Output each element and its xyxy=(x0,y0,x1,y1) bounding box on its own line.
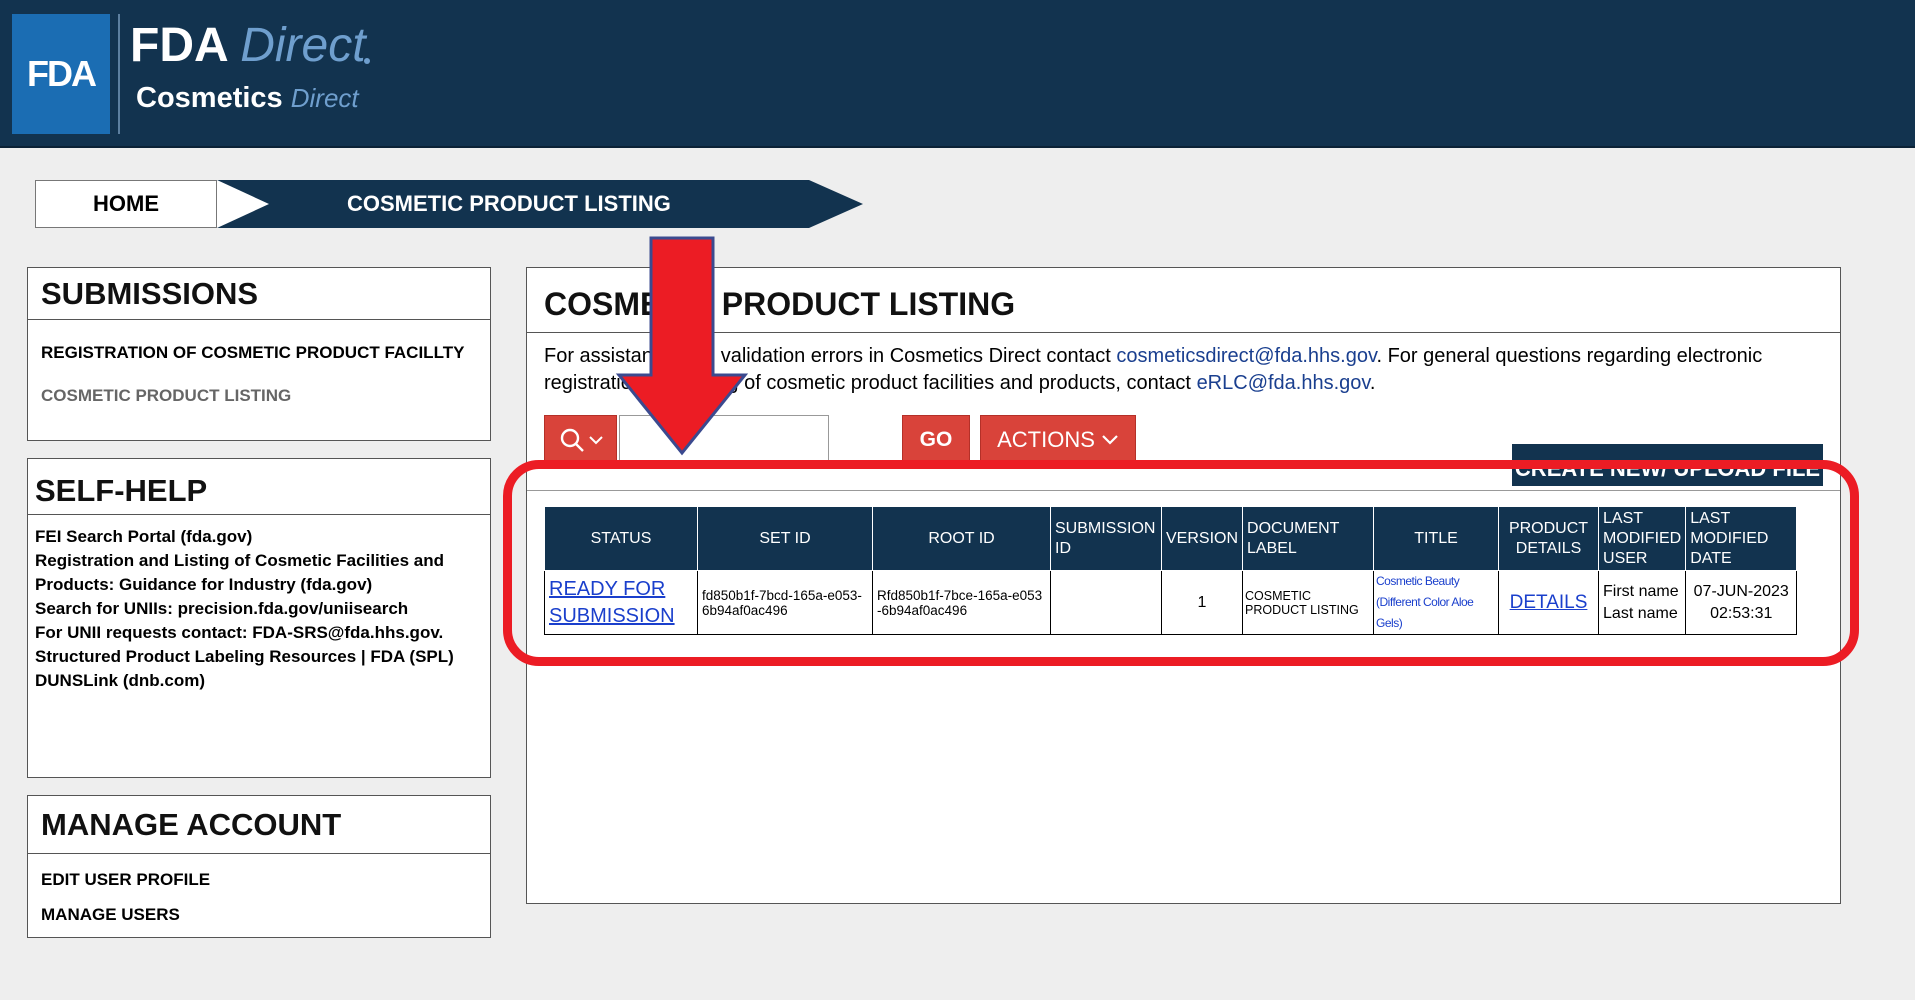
logo-brand-bold: FDA xyxy=(130,19,241,72)
self-help-guidance-link[interactable]: Registration and Listing of Cosmetic Fac… xyxy=(35,549,490,597)
self-help-fei-link[interactable]: FEI Search Portal (fda.gov) xyxy=(35,525,490,549)
logo-sub-italic: Direct xyxy=(290,83,359,113)
down-arrow-annotation xyxy=(615,236,749,456)
logo-divider xyxy=(118,14,120,134)
manage-account-title: MANAGE ACCOUNT xyxy=(28,796,490,854)
chevron-down-icon xyxy=(1102,435,1118,445)
fda-direct-logo: FDA Direct xyxy=(130,18,366,73)
cosmetics-direct-logo: Cosmetics Direct xyxy=(136,82,359,115)
self-help-unii-contact-link[interactable]: For UNII requests contact: FDA-SRS@fda.h… xyxy=(35,621,490,645)
go-button[interactable]: GO xyxy=(902,415,970,465)
cosmetics-direct-email-link[interactable]: cosmeticsdirect@fda.hhs.gov xyxy=(1116,345,1376,367)
self-help-spl-link[interactable]: Structured Product Labeling Resources | … xyxy=(35,645,490,669)
breadcrumb-current-label: COSMETIC PRODUCT LISTING xyxy=(347,191,671,216)
logo-brand-italic: Direct xyxy=(240,19,366,72)
self-help-dunslink-link[interactable]: DUNSLink (dnb.com) xyxy=(35,669,490,693)
submissions-panel: SUBMISSIONS REGISTRATION OF COSMETIC PRO… xyxy=(27,267,491,441)
logo-sub-bold: Cosmetics xyxy=(136,82,291,114)
breadcrumb-current: COSMETIC PRODUCT LISTING xyxy=(217,180,863,228)
top-header: FDA FDA Direct Cosmetics Direct xyxy=(0,0,1915,148)
actions-label: ACTIONS xyxy=(997,427,1095,452)
submissions-item-product-listing[interactable]: COSMETIC PRODUCT LISTING xyxy=(41,386,291,406)
erlc-email-link[interactable]: eRLC@fda.hhs.gov xyxy=(1197,372,1370,394)
actions-dropdown-button[interactable]: ACTIONS xyxy=(980,415,1136,465)
self-help-links: FEI Search Portal (fda.gov) Registration… xyxy=(35,525,490,693)
logo-dot xyxy=(364,58,370,64)
self-help-unii-search-link[interactable]: Search for UNIIs: precision.fda.gov/unii… xyxy=(35,597,490,621)
highlight-rectangle-annotation xyxy=(503,460,1859,666)
manage-users-link[interactable]: MANAGE USERS xyxy=(41,905,180,925)
submissions-title: SUBMISSIONS xyxy=(28,268,490,320)
edit-user-profile-link[interactable]: EDIT USER PROFILE xyxy=(41,870,210,890)
self-help-title: SELF-HELP xyxy=(28,459,490,515)
manage-account-panel: MANAGE ACCOUNT EDIT USER PROFILE MANAGE … xyxy=(27,795,491,938)
self-help-panel: SELF-HELP FEI Search Portal (fda.gov) Re… xyxy=(27,458,491,778)
fda-logo-badge: FDA xyxy=(12,14,110,134)
search-icon xyxy=(560,428,584,452)
assistance-text-3: . xyxy=(1369,372,1376,394)
breadcrumb-home[interactable]: HOME xyxy=(35,180,217,228)
submissions-item-registration[interactable]: REGISTRATION OF COSMETIC PRODUCT FACILLT… xyxy=(41,343,464,363)
